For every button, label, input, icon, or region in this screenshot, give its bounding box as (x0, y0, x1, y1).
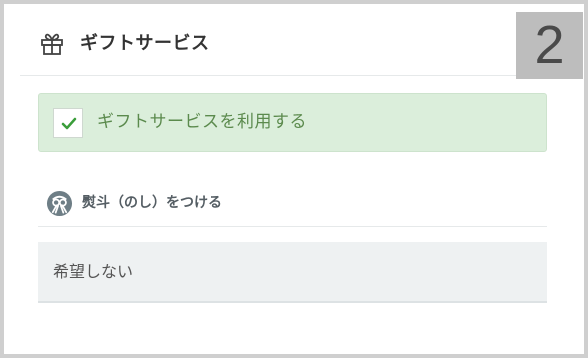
page-title: ギフトサービス (80, 33, 210, 54)
noshi-label: 熨斗（のし）をつける (82, 195, 222, 211)
noshi-section-header: 熨斗（のし）をつける (38, 185, 547, 227)
step-badge: 2 (516, 12, 583, 79)
check-icon (61, 117, 77, 130)
noshi-icon (46, 190, 73, 217)
noshi-select-value: 希望しない (53, 262, 134, 281)
noshi-select[interactable]: 希望しない (38, 242, 547, 303)
gift-icon (41, 33, 63, 55)
gift-service-option-label: ギフトサービスを利用する (97, 112, 307, 132)
gift-service-option[interactable]: ギフトサービスを利用する (38, 93, 547, 152)
gift-service-checkbox[interactable] (53, 108, 83, 138)
gift-service-panel: ギフトサービス 2 ギフトサービスを利用する 熨斗（のし）をつける 希望しない (0, 0, 588, 358)
